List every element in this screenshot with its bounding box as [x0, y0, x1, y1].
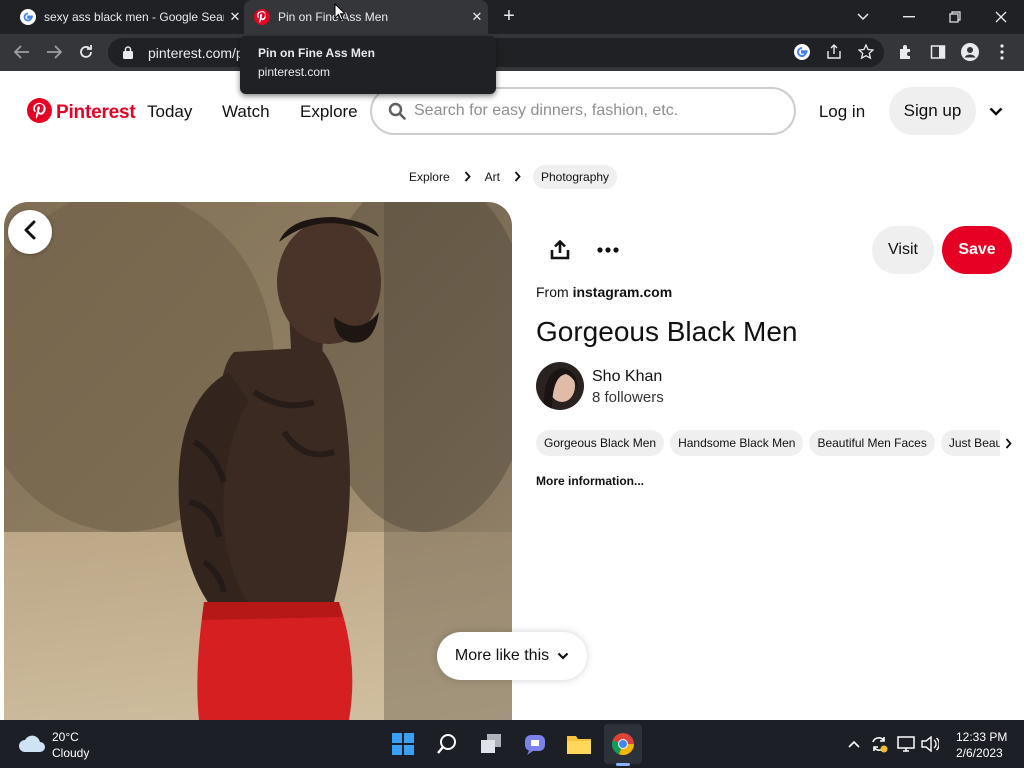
pin-title: Gorgeous Black Men: [536, 316, 798, 347]
tooltip-title: Pin on Fine Ass Men: [258, 46, 375, 60]
url-text: pinterest.com/p: [148, 44, 244, 61]
creator-followers: 8 followers: [592, 389, 664, 406]
close-window-icon[interactable]: [978, 0, 1024, 34]
search-input[interactable]: [414, 102, 774, 120]
clock-date[interactable]: 2/6/2023: [956, 746, 1003, 760]
chevron-right-icon: [514, 170, 521, 185]
back-button[interactable]: [8, 210, 52, 254]
more-information-link[interactable]: More information...: [536, 474, 644, 488]
side-panel-icon[interactable]: [928, 42, 948, 62]
network-icon[interactable]: [896, 734, 916, 754]
tag-chip[interactable]: Gorgeous Black Men: [536, 430, 665, 456]
file-explorer-icon[interactable]: [565, 730, 593, 758]
browser-tab-strip: sexy ass black men - Google Sear ✕ Pin o…: [0, 0, 1024, 34]
weather-temperature[interactable]: 20°C: [52, 730, 79, 744]
tag-list: Gorgeous Black Men Handsome Black Men Beau…: [536, 430, 1000, 456]
clock-time[interactable]: 12:33 PM: [956, 730, 1007, 744]
restore-icon[interactable]: [932, 0, 978, 34]
breadcrumb-explore[interactable]: Explore: [407, 170, 452, 184]
sync-warning-icon[interactable]: [869, 734, 889, 754]
pin-actions: Visit Save: [536, 226, 1012, 274]
breadcrumb-photography[interactable]: Photography: [532, 165, 618, 189]
start-menu-icon[interactable]: [389, 730, 417, 758]
chevron-left-icon: [24, 220, 36, 245]
visit-button[interactable]: Visit: [872, 226, 934, 274]
weather-description[interactable]: Cloudy: [52, 746, 89, 760]
creator-name[interactable]: Sho Khan: [592, 368, 662, 386]
avatar[interactable]: [536, 362, 584, 410]
search-box[interactable]: [370, 87, 796, 135]
share-page-icon[interactable]: [824, 42, 844, 62]
pin-source: From instagram.com: [536, 284, 672, 300]
google-lens-icon[interactable]: [792, 42, 812, 62]
bookmark-star-icon[interactable]: [856, 42, 876, 62]
nav-watch[interactable]: Watch: [222, 102, 270, 122]
more-like-this-label: More like this: [454, 647, 550, 664]
log-in-button[interactable]: Log in: [806, 94, 878, 130]
tag-chip[interactable]: Just Beau: [940, 430, 1000, 456]
tab-search-chevron-icon[interactable]: [840, 0, 886, 34]
more-options-icon[interactable]: [592, 238, 624, 262]
pinterest-logo-text: Pinterest: [56, 102, 136, 123]
search-icon: [388, 102, 406, 120]
breadcrumb-art[interactable]: Art: [483, 170, 502, 184]
search-icon[interactable]: [433, 730, 461, 758]
pinterest-logo[interactable]: Pinterest: [27, 98, 136, 128]
breadcrumb: Explore Art Photography: [0, 165, 1024, 189]
share-icon[interactable]: [544, 238, 576, 262]
browser-tab-pinterest[interactable]: Pin on Fine Ass Men ✕: [244, 0, 488, 34]
profile-icon[interactable]: [960, 42, 980, 62]
tag-chip[interactable]: Beautiful Men Faces: [809, 430, 935, 456]
tab-hover-tooltip: Pin on Fine Ass Men pinterest.com: [240, 36, 496, 94]
google-icon: [20, 9, 36, 25]
chevron-down-icon[interactable]: [986, 101, 1006, 121]
task-view-icon[interactable]: [477, 730, 505, 758]
minimize-icon[interactable]: [886, 0, 932, 34]
lock-icon[interactable]: [120, 45, 136, 61]
close-tab-icon[interactable]: ✕: [466, 9, 488, 25]
new-tab-button[interactable]: +: [498, 5, 520, 29]
pin-photo-illustration: [4, 202, 512, 720]
tags-scroll-right-icon[interactable]: [1000, 434, 1016, 452]
tab-title: sexy ass black men - Google Sear: [44, 10, 224, 24]
pin-image[interactable]: [4, 202, 512, 720]
browser-tab-google[interactable]: sexy ass black men - Google Sear ✕: [10, 0, 246, 34]
active-app-indicator: [616, 763, 630, 766]
cloud-icon[interactable]: [18, 732, 46, 756]
chevron-right-icon: [464, 170, 471, 185]
nav-today[interactable]: Today: [147, 102, 192, 122]
chevron-up-icon[interactable]: [844, 734, 864, 754]
tab-title: Pin on Fine Ass Men: [278, 10, 389, 24]
browser-toolbar: pinterest.com/p: [0, 34, 1024, 71]
pinterest-icon: [254, 9, 270, 25]
reload-icon[interactable]: [72, 38, 100, 66]
mouse-cursor-icon: [334, 3, 346, 21]
chrome-menu-icon[interactable]: [992, 42, 1012, 62]
pinterest-header: Pinterest Today Watch Explore Log in Sig…: [0, 71, 1024, 153]
sign-up-button[interactable]: Sign up: [889, 87, 976, 135]
teams-chat-icon[interactable]: [521, 730, 549, 758]
back-arrow-icon[interactable]: [8, 38, 36, 66]
tag-chip[interactable]: Handsome Black Men: [670, 430, 804, 456]
chrome-icon[interactable]: [609, 730, 637, 758]
close-tab-icon[interactable]: ✕: [224, 9, 246, 25]
forward-arrow-icon[interactable]: [40, 38, 68, 66]
windows-taskbar: 20°C Cloudy 12:33 PM 2/6/2023: [0, 720, 1024, 768]
tooltip-domain: pinterest.com: [258, 65, 331, 79]
save-button[interactable]: Save: [942, 226, 1012, 274]
more-like-this-button[interactable]: More like this: [437, 632, 587, 680]
source-link[interactable]: instagram.com: [573, 284, 673, 300]
chevron-down-icon: [557, 652, 569, 660]
address-bar[interactable]: pinterest.com/p: [108, 38, 884, 67]
volume-icon[interactable]: [920, 734, 940, 754]
pinterest-logo-icon: [27, 98, 52, 128]
source-prefix: From: [536, 284, 573, 300]
extensions-puzzle-icon[interactable]: [896, 42, 916, 62]
nav-explore[interactable]: Explore: [300, 102, 358, 122]
